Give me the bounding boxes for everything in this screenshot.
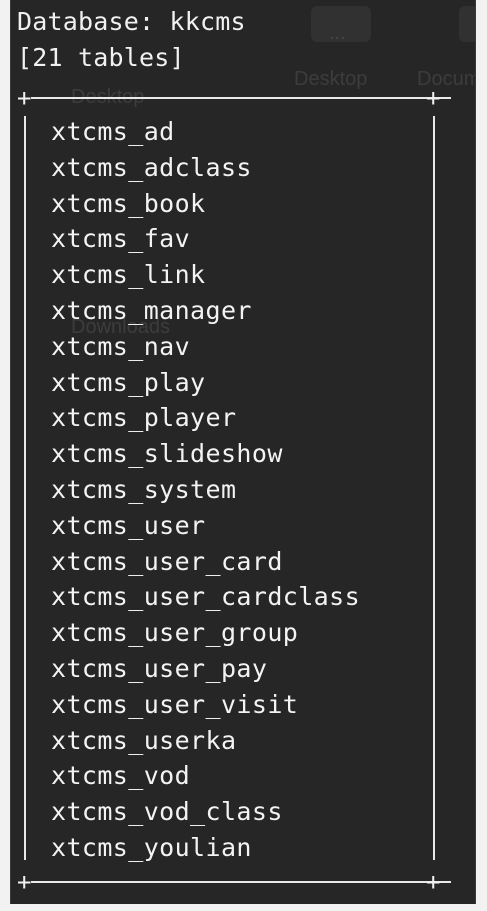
table-name: xtcms_user_group <box>51 618 299 648</box>
border-bottom <box>31 881 451 883</box>
border-corner-bottom-right: + <box>426 868 441 896</box>
table-count-line: [21 tables] <box>17 43 185 72</box>
database-name-line: Database: kkcms <box>17 7 246 36</box>
table-name: xtcms_user_visit <box>51 689 299 719</box>
table-name: xtcms_youlian <box>51 832 252 862</box>
table-name: xtcms_user_card <box>51 546 283 576</box>
table-name: xtcms_vod <box>51 761 191 791</box>
table-name: xtcms_userka <box>51 725 237 755</box>
table-name: xtcms_user <box>51 510 206 540</box>
table-name: xtcms_book <box>51 188 206 218</box>
table-name: xtcms_player <box>51 403 237 433</box>
table-list: xtcms_ad xtcms_adclass xtcms_book xtcms_… <box>51 114 360 866</box>
table-name: xtcms_ad <box>51 117 175 146</box>
border-top <box>31 97 451 99</box>
ghost-desktop-label: Desktop <box>294 68 368 90</box>
ghost-ellipsis: ... <box>329 22 346 44</box>
table-name: xtcms_fav <box>51 224 191 254</box>
table-name: xtcms_manager <box>51 295 252 325</box>
table-name: xtcms_slideshow <box>51 439 283 469</box>
border-corner-top-left: + <box>17 84 32 112</box>
ghost-search-box <box>459 6 475 42</box>
table-name: xtcms_link <box>51 260 206 290</box>
table-name: xtcms_adclass <box>51 152 252 182</box>
table-name: xtcms_vod_class <box>51 797 283 827</box>
table-name: xtcms_system <box>51 474 237 504</box>
table-name: xtcms_user_cardclass <box>51 582 361 612</box>
table-name: xtcms_user_pay <box>51 653 268 683</box>
border-right <box>433 116 435 860</box>
border-corner-top-right: + <box>426 84 441 112</box>
terminal-window[interactable]: ... Desktop Docum Desktop Downloads Data… <box>10 0 476 904</box>
table-name: xtcms_play <box>51 367 206 397</box>
border-left <box>24 116 26 860</box>
border-corner-bottom-left: + <box>17 868 32 896</box>
table-name: xtcms_nav <box>51 331 191 361</box>
